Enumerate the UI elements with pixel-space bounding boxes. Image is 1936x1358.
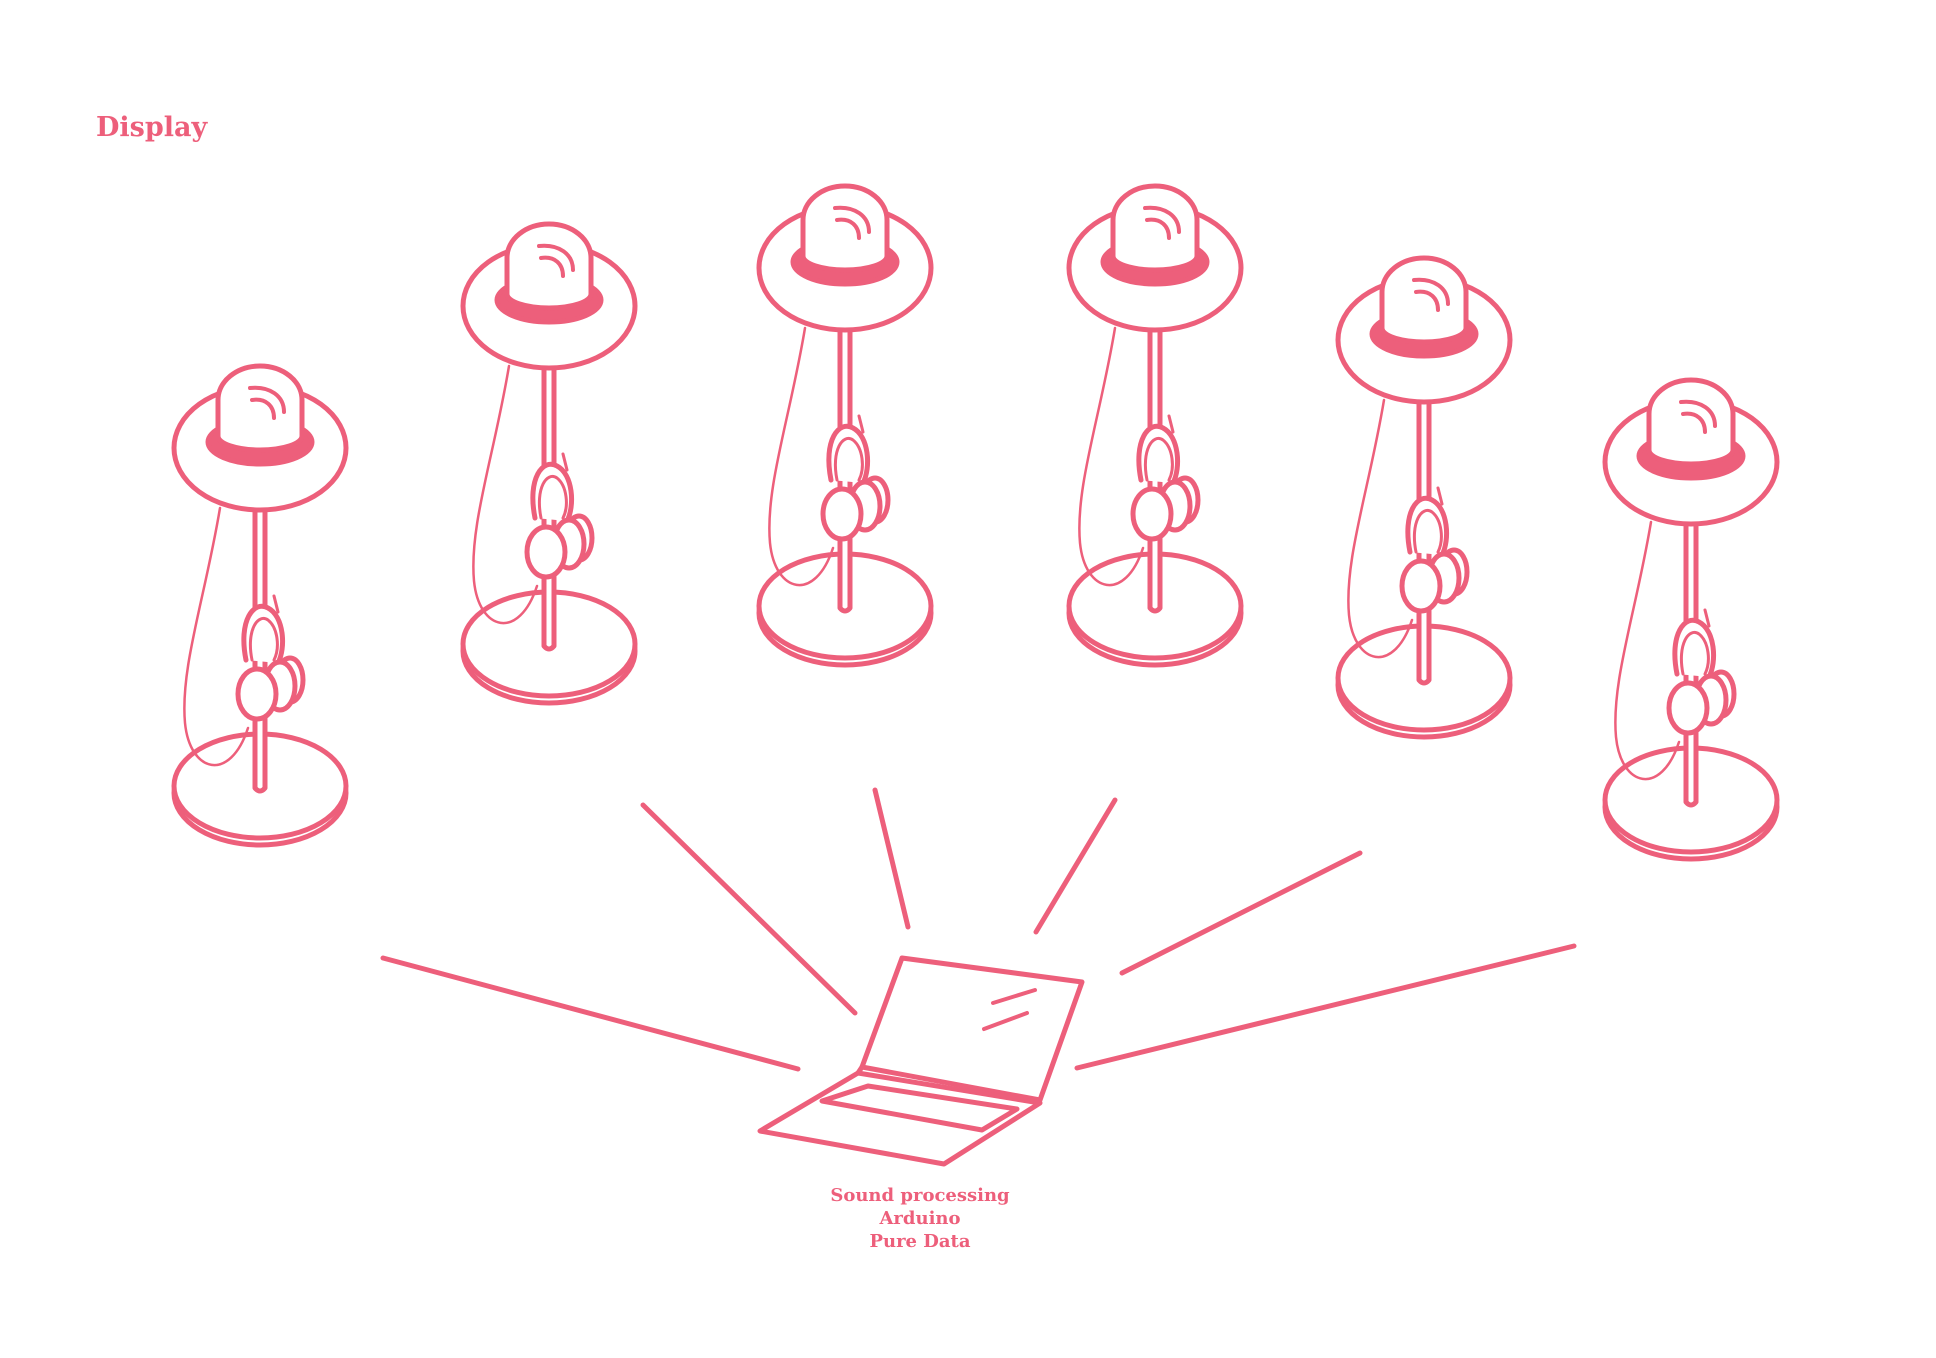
laptop-icon bbox=[757, 955, 1085, 1167]
hub-label: Pure Data bbox=[869, 1231, 971, 1252]
connection-line bbox=[1074, 943, 1577, 1071]
installation-diagram bbox=[0, 0, 1936, 1167]
connection-line bbox=[380, 955, 801, 1072]
lamp-headphones-stand-icon bbox=[463, 224, 635, 703]
lamp-headphones-stand-icon bbox=[1069, 186, 1241, 665]
hub-label: Sound processing bbox=[830, 1185, 1010, 1206]
connection-line bbox=[640, 802, 858, 1016]
connection-line bbox=[1119, 850, 1363, 976]
connection-line bbox=[1033, 797, 1118, 935]
lamp-headphones-stand-icon bbox=[759, 186, 931, 665]
lamp-headphones-stand-icon bbox=[174, 366, 346, 845]
lamp-headphones-stand-icon bbox=[1338, 258, 1510, 737]
lamp-headphones-stand-icon bbox=[1605, 380, 1777, 859]
connection-line bbox=[872, 787, 911, 930]
hub-label: Arduino bbox=[879, 1208, 961, 1229]
hub-caption: Sound processing Arduino Pure Data bbox=[800, 1184, 1040, 1253]
